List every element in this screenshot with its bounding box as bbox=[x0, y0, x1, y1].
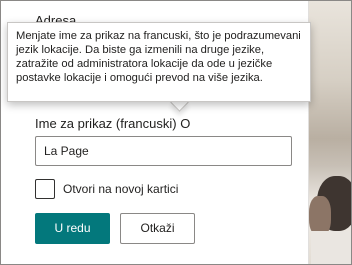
dialog-frame: Adresa Menjate ime za prikaz na francusk… bbox=[0, 0, 352, 265]
background-photo bbox=[309, 1, 351, 264]
open-new-tab-label[interactable]: Otvori na novoj kartici bbox=[63, 182, 178, 196]
cancel-button[interactable]: Otkaži bbox=[120, 213, 195, 244]
display-name-input[interactable] bbox=[35, 136, 292, 166]
display-name-label: Ime za prikaz (francuski) O bbox=[35, 116, 191, 131]
ok-button[interactable]: U redu bbox=[35, 213, 110, 244]
info-tooltip: Menjate ime za prikaz na francuski, što … bbox=[7, 22, 311, 102]
open-new-tab-checkbox[interactable] bbox=[35, 179, 55, 199]
link-settings-panel: Adresa Menjate ime za prikaz na francusk… bbox=[1, 1, 311, 264]
